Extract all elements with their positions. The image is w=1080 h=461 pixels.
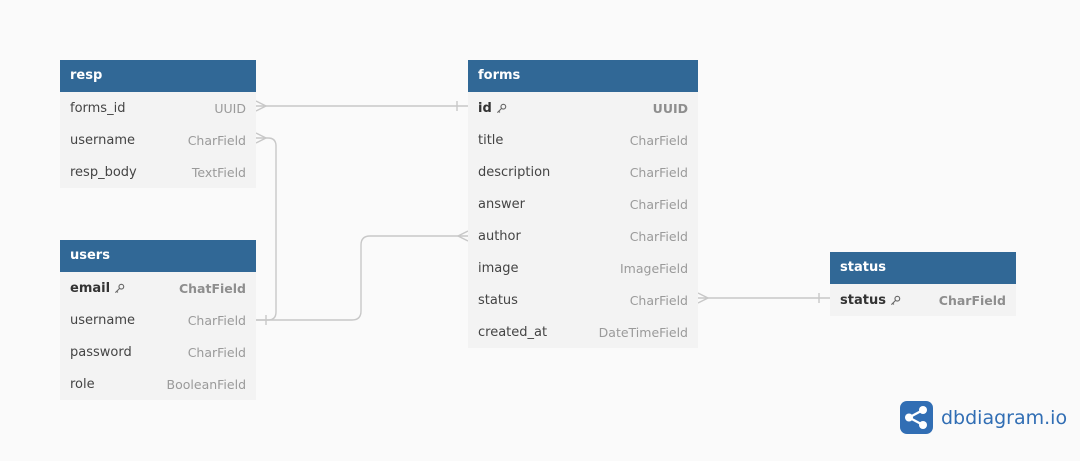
table-header[interactable]: resp bbox=[60, 60, 256, 92]
field-type: UUID bbox=[214, 100, 246, 116]
table-row[interactable]: image ImageField bbox=[468, 252, 698, 284]
field-type: CharField bbox=[187, 344, 246, 360]
field-name: password bbox=[70, 344, 132, 360]
table-forms[interactable]: forms id UUID title CharField descriptio… bbox=[468, 60, 698, 348]
table-users[interactable]: users email ChatField username CharField… bbox=[60, 240, 256, 400]
field-type: CharField bbox=[629, 132, 688, 148]
field-name: forms_id bbox=[70, 100, 126, 116]
table-row[interactable]: username CharField bbox=[60, 124, 256, 156]
table-row[interactable]: forms_id UUID bbox=[60, 92, 256, 124]
field-type: ChatField bbox=[178, 280, 246, 296]
field-type: DateTimeField bbox=[598, 324, 688, 340]
field-name: status bbox=[840, 292, 886, 308]
field-name: role bbox=[70, 376, 95, 392]
table-row[interactable]: description CharField bbox=[468, 156, 698, 188]
field-type: UUID bbox=[652, 100, 688, 116]
table-row[interactable]: answer CharField bbox=[468, 188, 698, 220]
field-name: resp_body bbox=[70, 164, 137, 180]
field-type: BooleanField bbox=[166, 376, 246, 392]
field-name: title bbox=[478, 132, 504, 148]
field-name: image bbox=[478, 260, 519, 276]
field-type: CharField bbox=[187, 132, 246, 148]
field-type: ImageField bbox=[620, 260, 688, 276]
table-row[interactable]: created_at DateTimeField bbox=[468, 316, 698, 348]
field-name: username bbox=[70, 312, 135, 328]
table-header[interactable]: status bbox=[830, 252, 1016, 284]
table-row[interactable]: id UUID bbox=[468, 92, 698, 124]
table-row[interactable]: author CharField bbox=[468, 220, 698, 252]
table-row[interactable]: username CharField bbox=[60, 304, 256, 336]
table-row[interactable]: status CharField bbox=[468, 284, 698, 316]
table-row[interactable]: status CharField bbox=[830, 284, 1016, 316]
diagram-canvas[interactable]: resp forms_id UUID username CharField re… bbox=[0, 0, 1080, 461]
relation-resp-forms[interactable] bbox=[255, 100, 468, 112]
key-icon bbox=[115, 283, 125, 293]
field-name: id bbox=[478, 100, 492, 116]
relation-forms-users[interactable] bbox=[256, 230, 469, 321]
field-name: created_at bbox=[478, 324, 548, 340]
field-name: email bbox=[70, 280, 111, 296]
table-row[interactable]: email ChatField bbox=[60, 272, 256, 304]
field-type: TextField bbox=[191, 164, 246, 180]
table-row[interactable]: role BooleanField bbox=[60, 368, 256, 400]
relation-forms-status[interactable] bbox=[697, 292, 830, 304]
table-row[interactable]: password CharField bbox=[60, 336, 256, 368]
table-row[interactable]: title CharField bbox=[468, 124, 698, 156]
key-icon bbox=[890, 295, 901, 305]
table-header[interactable]: users bbox=[60, 240, 256, 272]
field-name: description bbox=[478, 164, 551, 180]
table-resp[interactable]: resp forms_id UUID username CharField re… bbox=[60, 60, 256, 188]
logo-text: dbdiagram.io bbox=[941, 406, 1068, 429]
field-name: author bbox=[478, 228, 521, 244]
field-type: CharField bbox=[187, 312, 246, 328]
key-icon bbox=[496, 103, 507, 113]
field-type: CharField bbox=[629, 164, 688, 180]
field-type: CharField bbox=[629, 228, 688, 244]
dbdiagram-logo[interactable]: dbdiagram.io bbox=[900, 401, 1067, 434]
field-type: CharField bbox=[629, 196, 688, 212]
table-header[interactable]: forms bbox=[468, 60, 698, 92]
field-name: status bbox=[478, 292, 518, 308]
share-nodes-icon bbox=[900, 401, 933, 434]
field-name: username bbox=[70, 132, 135, 148]
table-status[interactable]: status status CharField bbox=[830, 252, 1016, 316]
field-name: answer bbox=[478, 196, 525, 212]
table-row[interactable]: resp_body TextField bbox=[60, 156, 256, 188]
relation-resp-users[interactable] bbox=[255, 132, 277, 325]
field-type: CharField bbox=[938, 292, 1006, 308]
field-type: CharField bbox=[629, 292, 688, 308]
